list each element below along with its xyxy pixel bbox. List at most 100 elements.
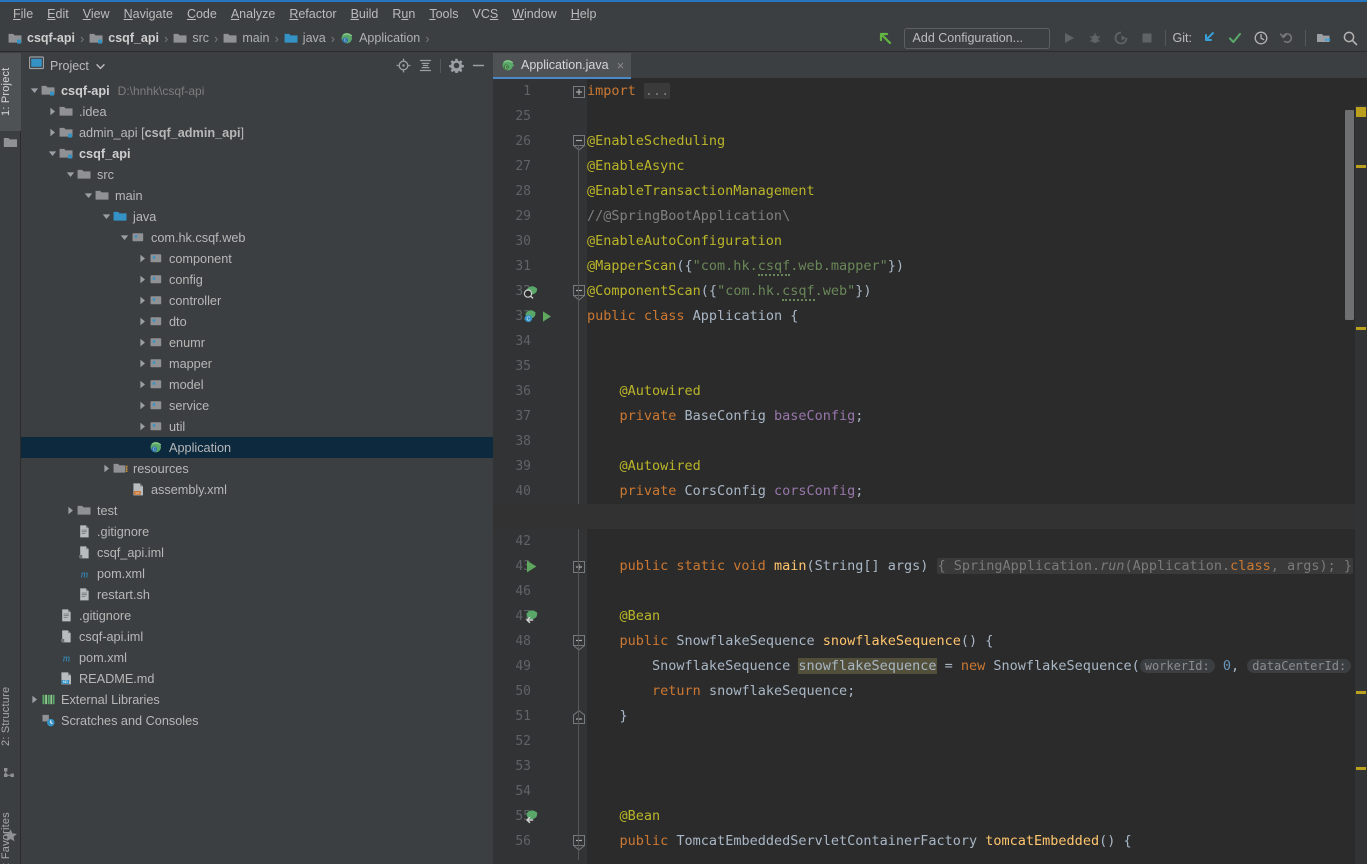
run-icon[interactable] [1056,26,1082,50]
tree-node-selected[interactable]: C Application [21,437,493,458]
sidebar-item-structure[interactable]: 2: Structure [0,671,21,761]
breadcrumb-item-application[interactable]: C Application [338,31,422,46]
menu-item-vcs[interactable]: VCS [466,4,506,24]
breadcrumb-item-csqf-api[interactable]: csqf-api [6,31,77,46]
tree-node[interactable]: restart.sh [21,584,493,605]
menu-item-edit[interactable]: Edit [40,4,76,24]
run-gutter-icon[interactable] [523,558,541,576]
tree-node[interactable]: External Libraries [21,689,493,710]
tree-node[interactable]: <> assembly.xml [21,479,493,500]
menu-item-tools[interactable]: Tools [422,4,465,24]
sidebar-item-project[interactable]: 1: Project [0,53,21,131]
chevron-down-icon[interactable] [27,80,41,101]
chevron-down-icon[interactable] [96,57,105,75]
error-stripe-marker-gutter[interactable] [1355,105,1367,864]
chevron-down-icon[interactable] [81,185,95,206]
error-stripe-mark[interactable] [1356,691,1366,694]
fold-minus-icon[interactable] [573,835,585,851]
run-configuration-selector[interactable]: Add Configuration... [903,27,1050,49]
chevron-right-icon[interactable] [135,311,149,332]
menu-item-navigate[interactable]: Navigate [117,4,180,24]
chevron-down-icon[interactable] [117,227,131,248]
tree-node[interactable]: enumr [21,332,493,353]
tree-node[interactable]: m pom.xml [21,563,493,584]
commit-checkmark-icon[interactable] [1222,26,1248,50]
menu-item-refactor[interactable]: Refactor [282,4,343,24]
tree-node[interactable]: util [21,416,493,437]
code-text[interactable]: import ... @EnableScheduling @EnableAsync @… [587,79,1367,864]
error-stripe-mark[interactable] [1356,327,1366,330]
tree-node[interactable]: mapper [21,353,493,374]
chevron-right-icon[interactable] [45,122,59,143]
chevron-right-icon[interactable] [135,416,149,437]
tree-node[interactable]: config [21,269,493,290]
tree-node[interactable]: csqf_api.iml [21,542,493,563]
menu-item-view[interactable]: View [76,4,117,24]
tree-node[interactable]: main [21,185,493,206]
menu-item-code[interactable]: Code [180,4,224,24]
project-structure-icon[interactable] [1311,26,1337,50]
code-editor[interactable]: 1252627282930313233C34353637383940414243… [493,79,1367,864]
fold-minus-icon[interactable] [573,635,585,651]
error-stripe-mark[interactable] [1356,165,1366,168]
chevron-down-icon[interactable] [45,143,59,164]
stop-icon[interactable] [1134,26,1160,50]
tree-node[interactable]: model [21,374,493,395]
tree-node[interactable]: csqf_api [21,143,493,164]
chevron-right-icon[interactable] [63,500,77,521]
chevron-right-icon[interactable] [45,101,59,122]
chevron-right-icon[interactable] [99,458,113,479]
tree-node[interactable]: admin_api [csqf_admin_api] [21,122,493,143]
error-stripe-mark[interactable] [1356,767,1366,770]
tree-node[interactable]: csqf-api D:\hnhk\csqf-api [21,80,493,101]
arrow-back-icon[interactable] [872,26,898,50]
search-everywhere-icon[interactable] [1337,26,1363,50]
hide-icon[interactable] [467,56,489,76]
chevron-right-icon[interactable] [135,374,149,395]
breadcrumb-item-src[interactable]: src [171,31,211,46]
fold-minus-icon[interactable] [573,285,585,301]
chevron-right-icon[interactable] [135,269,149,290]
tree-node[interactable]: com.hk.csqf.web [21,227,493,248]
breadcrumb-item-csqf-api[interactable]: csqf_api [87,31,161,46]
tree-node[interactable]: component [21,248,493,269]
tree-node[interactable]: src [21,164,493,185]
scroll-from-source-icon[interactable] [392,56,414,76]
breadcrumb-item-java[interactable]: java [282,31,328,46]
tree-node[interactable]: service [21,395,493,416]
menu-item-build[interactable]: Build [344,4,386,24]
menu-item-file[interactable]: File [6,4,40,24]
collapse-all-icon[interactable] [414,56,436,76]
tree-node[interactable]: csqf-api.iml [21,626,493,647]
update-project-icon[interactable] [1196,26,1222,50]
tree-node[interactable]: resources [21,458,493,479]
tree-node[interactable]: m pom.xml [21,647,493,668]
close-icon[interactable]: × [617,58,625,73]
spring-bean-gutter-icon[interactable] [523,808,541,826]
chevron-right-icon[interactable] [135,290,149,311]
tree-node[interactable]: Scratches and Consoles [21,710,493,731]
menu-item-help[interactable]: Help [564,4,604,24]
chevron-down-icon[interactable] [99,206,113,227]
chevron-right-icon[interactable] [27,689,41,710]
menu-item-run[interactable]: Run [385,4,422,24]
tree-node[interactable]: dto [21,311,493,332]
error-stripe-top-indicator[interactable] [1356,107,1366,117]
spring-bean-gutter-icon[interactable] [523,608,541,626]
fold-plus-icon[interactable] [573,560,585,573]
spring-bean-run-gutter-icon[interactable]: C [523,308,557,326]
menu-item-window[interactable]: Window [505,4,563,24]
fold-minus-icon[interactable] [573,135,585,151]
chevron-right-icon[interactable] [135,395,149,416]
tab-application-java[interactable]: C Application.java × [493,53,632,79]
chevron-down-icon[interactable] [63,164,77,185]
tree-node[interactable]: .idea [21,101,493,122]
editor-vertical-scrollbar-thumb[interactable] [1345,110,1354,320]
tree-node[interactable]: .gitignore [21,605,493,626]
tree-node[interactable]: MD README.md [21,668,493,689]
history-clock-icon[interactable] [1248,26,1274,50]
fold-plus-icon[interactable] [573,85,585,98]
menu-item-analyze[interactable]: Analyze [224,4,282,24]
chevron-right-icon[interactable] [135,332,149,353]
gear-icon[interactable] [445,56,467,76]
